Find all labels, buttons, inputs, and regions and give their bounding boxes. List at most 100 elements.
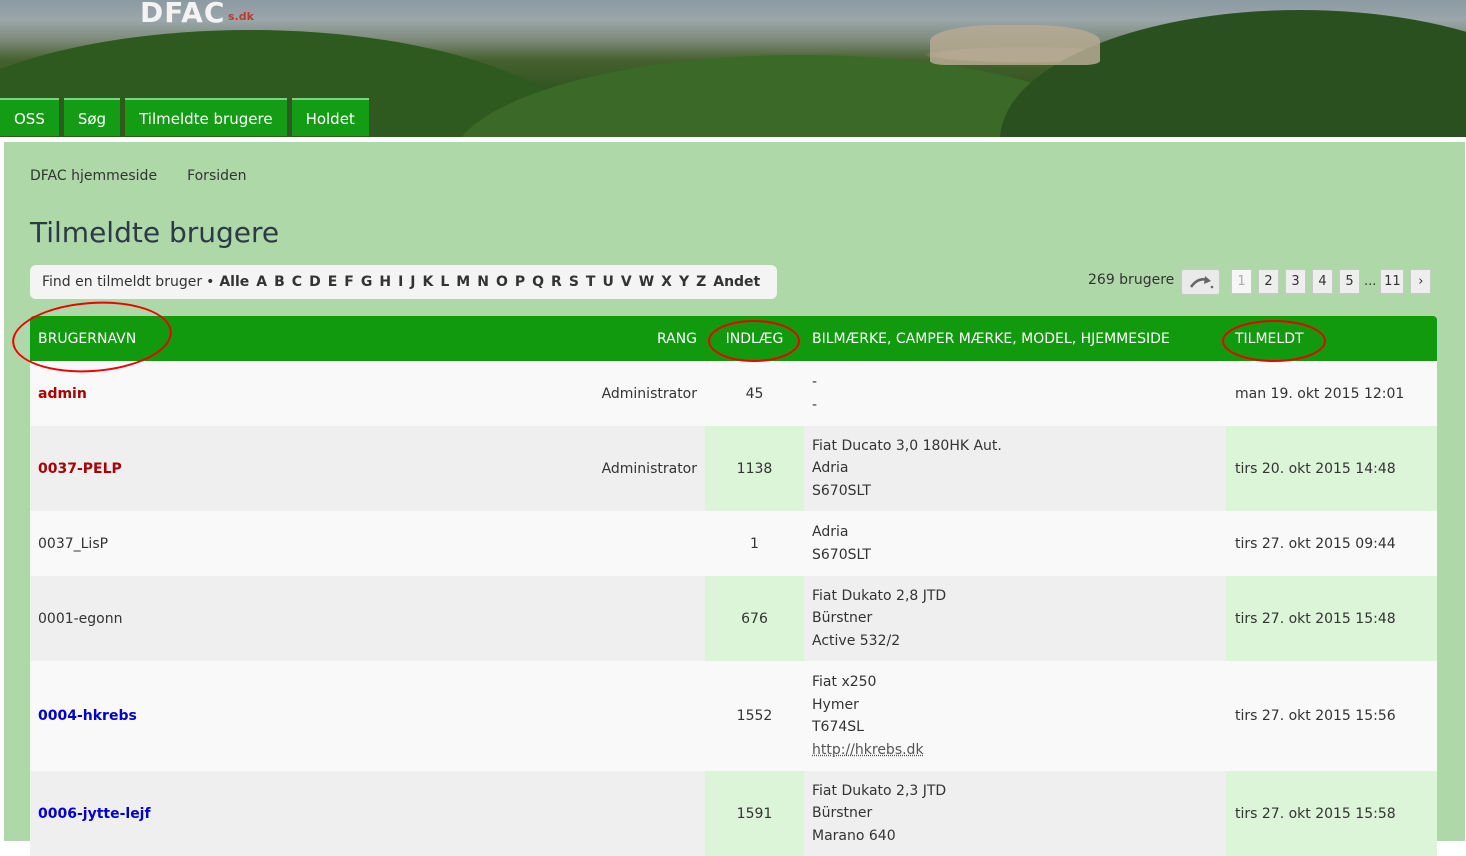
jump-to-page-button[interactable] bbox=[1181, 269, 1220, 295]
page-1[interactable]: 1 bbox=[1231, 269, 1252, 294]
vehicle-line: Hymer bbox=[812, 696, 859, 713]
vehicle-line: T674SL bbox=[812, 719, 864, 735]
letter-filter-j[interactable]: J bbox=[410, 274, 415, 290]
header-vehicle: BILMÆRKE, CAMPER MÆRKE, MODEL, HJEMMESID… bbox=[812, 330, 1170, 347]
letter-filter-k[interactable]: K bbox=[423, 274, 434, 290]
cell-joined: tirs 20. okt 2015 14:48 bbox=[1226, 426, 1437, 511]
breadcrumb-forum-index[interactable]: Forsiden bbox=[187, 168, 246, 184]
cell-vehicle: Adria S670SLT bbox=[804, 511, 1226, 576]
letter-filter-andet[interactable]: Andet bbox=[713, 274, 760, 290]
main-content: DFAC hjemmeside Forsiden Tilmeldte bruge… bbox=[4, 142, 1465, 856]
vehicle-line: Fiat Dukato 2,3 JTD bbox=[812, 782, 947, 799]
breadcrumb-home[interactable]: DFAC hjemmeside bbox=[30, 168, 157, 184]
letter-filter-y[interactable]: Y bbox=[679, 274, 689, 290]
letter-filter-h[interactable]: H bbox=[379, 274, 391, 290]
letter-filter-x[interactable]: X bbox=[661, 274, 672, 290]
letter-filter-u[interactable]: U bbox=[602, 274, 613, 290]
cell-username: 0004-hkrebs bbox=[30, 661, 520, 771]
letter-filter-a[interactable]: A bbox=[256, 274, 267, 290]
vehicle-line: Adria bbox=[812, 524, 849, 540]
vehicle-line: Bürstner bbox=[812, 610, 873, 627]
letter-filter-g[interactable]: G bbox=[361, 274, 373, 290]
page-3[interactable]: 3 bbox=[1285, 269, 1306, 294]
pagination: 1 2 3 4 5 ... 11 › bbox=[1231, 269, 1437, 294]
page-2[interactable]: 2 bbox=[1258, 269, 1279, 294]
letter-filter-o[interactable]: O bbox=[496, 274, 508, 290]
page-4[interactable]: 4 bbox=[1312, 269, 1333, 294]
site-logo[interactable]: DFAC bbox=[140, 0, 225, 29]
cell-rank bbox=[520, 511, 705, 576]
letter-filter-r[interactable]: R bbox=[551, 274, 562, 290]
breadcrumb: DFAC hjemmeside Forsiden bbox=[30, 168, 277, 184]
vehicle-line: Fiat x250 bbox=[812, 674, 877, 690]
table-row: 0001-egonn 676 Fiat Dukato 2,8 JTD Bürstner… bbox=[30, 576, 1437, 661]
cell-posts: 1138 bbox=[705, 426, 804, 511]
letter-filter-q[interactable]: Q bbox=[532, 274, 544, 290]
cell-username: 0001-egonn bbox=[30, 576, 520, 661]
letter-filter-t[interactable]: T bbox=[586, 274, 596, 290]
member-finder: Find en tilmeldt bruger • Alle A B C D E F G H I J… bbox=[30, 265, 777, 299]
header-username[interactable]: BRUGERNAVN bbox=[30, 331, 520, 347]
letter-filter-e[interactable]: E bbox=[328, 274, 338, 290]
letter-filter-d[interactable]: D bbox=[309, 274, 321, 290]
vehicle-line: Adria bbox=[812, 460, 849, 477]
cell-joined: tirs 27. okt 2015 15:48 bbox=[1226, 576, 1437, 661]
cell-vehicle: Fiat Dukato 2,8 JTD Bürstner Active 532/2 bbox=[804, 576, 1226, 661]
cell-rank: Administrator bbox=[601, 385, 697, 402]
page-5[interactable]: 5 bbox=[1339, 269, 1360, 294]
nav-tab-team[interactable]: Holdet bbox=[291, 98, 369, 136]
letter-filter-i[interactable]: I bbox=[398, 274, 403, 290]
letter-filter-v[interactable]: V bbox=[621, 274, 632, 290]
letter-filter: Alle A B C D E F G H I J K L M N O P Q R S T U V W X Y Z Andet bbox=[219, 265, 767, 299]
header-banner: DFAC s.dk OSS Søg Tilmeldte brugere Hold… bbox=[0, 0, 1466, 137]
cell-vehicle: Fiat Ducato 3,0 180HK Aut. Adria S670SLT bbox=[804, 426, 1226, 511]
jump-arrow-icon bbox=[1189, 276, 1213, 289]
vehicle-line: Active 532/2 bbox=[812, 632, 901, 649]
cell-username: 0037_LisP bbox=[30, 511, 520, 576]
letter-filter-f[interactable]: F bbox=[344, 274, 354, 290]
letter-filter-m[interactable]: M bbox=[456, 274, 470, 290]
cell-username: admin bbox=[30, 361, 520, 426]
table-row: 0037-PELP Administrator 1138 Fiat Ducato 3,… bbox=[30, 426, 1437, 511]
member-finder-label[interactable]: Find en tilmeldt bruger bbox=[42, 265, 202, 299]
letter-filter-c[interactable]: C bbox=[292, 274, 302, 290]
page-last[interactable]: 11 bbox=[1380, 269, 1405, 294]
table-row: admin Administrator 45- - man 19. okt 2015 1… bbox=[30, 361, 1437, 426]
site-logo-sub: s.dk bbox=[228, 10, 254, 23]
header-rank[interactable]: RANG bbox=[520, 331, 705, 347]
letter-filter-n[interactable]: N bbox=[477, 274, 489, 290]
username-link[interactable]: 0037_LisP bbox=[38, 536, 108, 552]
letter-filter-w[interactable]: W bbox=[639, 274, 654, 290]
letter-filter-b[interactable]: B bbox=[274, 274, 285, 290]
cell-vehicle: -- bbox=[804, 361, 1226, 426]
nav-tab-members[interactable]: Tilmeldte brugere bbox=[125, 98, 287, 136]
website-link[interactable]: http://hkrebs.dk bbox=[812, 739, 924, 762]
cell-joined: tirs 27. okt 2015 09:44 bbox=[1235, 535, 1396, 552]
nav-tab-oss[interactable]: OSS bbox=[0, 98, 59, 136]
letter-filter-p[interactable]: P bbox=[515, 274, 525, 290]
page-title: Tilmeldte brugere bbox=[30, 216, 280, 249]
vehicle-line: Fiat Dukato 2,8 JTD bbox=[812, 587, 947, 604]
vehicle-line: S670SLT bbox=[812, 482, 871, 499]
nav-tab-search[interactable]: Søg bbox=[63, 98, 121, 136]
vehicle-line: - bbox=[812, 374, 818, 390]
next-page-button[interactable]: › bbox=[1410, 269, 1432, 294]
cell-rank: Administrator bbox=[601, 460, 697, 477]
cell-rank bbox=[520, 661, 705, 771]
username-link[interactable]: 0004-hkrebs bbox=[38, 708, 137, 724]
username-link[interactable]: 0001-egonn bbox=[38, 611, 123, 627]
table-row: 0037_LisP 1 Adria S670SLT tirs 27. okt 2015 … bbox=[30, 511, 1437, 576]
letter-filter-l[interactable]: L bbox=[440, 274, 449, 290]
header-joined[interactable]: TILMELDT bbox=[1226, 331, 1437, 347]
username-link[interactable]: 0006-jytte-lejf bbox=[38, 806, 151, 822]
vehicle-line: Fiat Ducato 3,0 180HK Aut. bbox=[812, 437, 1002, 454]
table-header: BRUGERNAVN RANG INDLÆG BILMÆRKE, CAMPER … bbox=[30, 316, 1437, 361]
vehicle-line: Bürstner bbox=[812, 805, 873, 822]
letter-filter-alle[interactable]: Alle bbox=[219, 274, 249, 290]
letter-filter-s[interactable]: S bbox=[569, 274, 579, 290]
letter-filter-z[interactable]: Z bbox=[696, 274, 706, 290]
member-finder-bullet: • bbox=[206, 274, 215, 290]
header-posts[interactable]: INDLÆG bbox=[705, 331, 804, 347]
username-link[interactable]: 0037-PELP bbox=[38, 461, 122, 477]
username-link[interactable]: admin bbox=[38, 386, 87, 402]
